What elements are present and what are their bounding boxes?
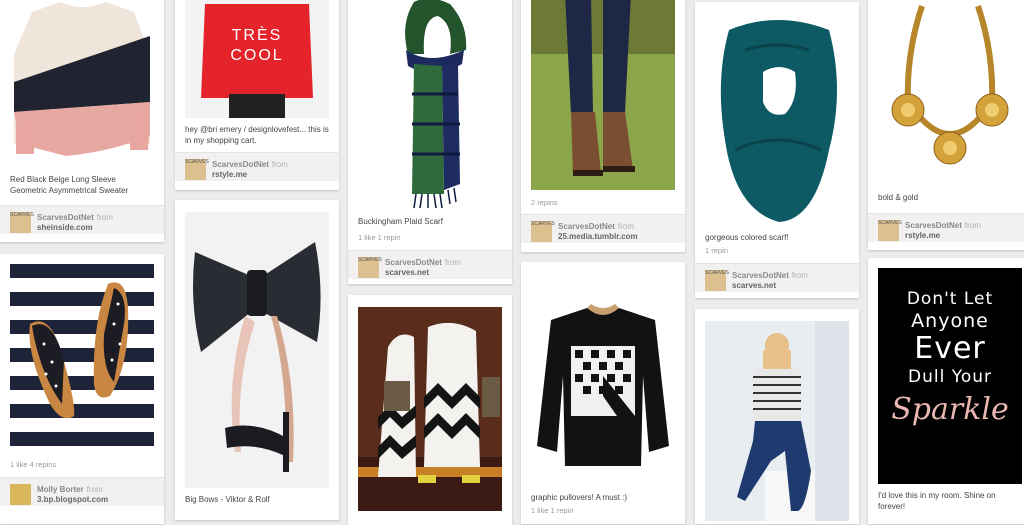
poster-text: Don't Let Anyone Ever Dull Your [878, 268, 1022, 388]
from-label: from [444, 258, 461, 267]
poster-line: Ever [914, 331, 986, 366]
pin-image-teal-scarf[interactable] [705, 10, 849, 228]
poster-line: Dull Your [907, 367, 992, 387]
pin-attribution[interactable]: SCARVES ScarvesDotNet from sheinside.com [0, 205, 164, 234]
pin-attribution[interactable]: Molly Borter from 3.bp.blogspot.com [0, 477, 164, 506]
user-avatar[interactable]: SCARVES [358, 257, 382, 278]
pin-image-sparkle-poster[interactable]: Don't Let Anyone Ever Dull Your Sparkle [878, 268, 1022, 484]
pin-stats: 1 like 4 repins [10, 460, 57, 469]
pin-image-striped-top[interactable] [705, 321, 849, 521]
pin-username[interactable]: ScarvesDotNet [212, 160, 269, 169]
pin-description: I'd love this in my room. Shine on forev… [878, 491, 996, 511]
pin-card[interactable]: gorgeous colored scarf! 1 repin SCARVES … [695, 2, 859, 298]
pin-user[interactable]: Molly Borter from [37, 485, 103, 494]
from-label: from [96, 213, 113, 222]
pin-description: hey @bri emery / designlovefest... this … [185, 125, 329, 145]
pin-description: graphic pullovers! A must :) [531, 493, 628, 502]
pin-image-houndstooth-pullover[interactable] [531, 276, 675, 486]
poster-line: Don't Let [906, 289, 994, 309]
pin-user[interactable]: ScarvesDotNet from [37, 213, 113, 222]
pin-user[interactable]: ScarvesDotNet from [558, 222, 634, 231]
pin-stats: 2 repins [531, 198, 558, 207]
pin-image-sweater[interactable] [10, 0, 154, 164]
pin-description: Big Bows - Viktor & Rolf [185, 495, 270, 504]
pin-username[interactable]: ScarvesDotNet [37, 213, 94, 222]
from-label: from [791, 271, 808, 280]
pin-user[interactable]: ScarvesDotNet from [905, 221, 981, 230]
user-avatar[interactable]: SCARVES [10, 212, 34, 233]
pin-username[interactable]: ScarvesDotNet [905, 221, 962, 230]
pin-image-chevron-jars[interactable] [358, 307, 502, 511]
pin-stats: 1 like 1 repin [358, 233, 401, 242]
pin-source[interactable]: rstyle.me [905, 231, 940, 240]
from-label: from [271, 160, 288, 169]
pin-source[interactable]: 3.bp.blogspot.com [37, 495, 108, 504]
user-avatar[interactable]: SCARVES [878, 220, 902, 241]
svg-text:COOL: COOL [230, 47, 283, 64]
pin-image-plaid-scarf[interactable] [358, 0, 502, 210]
svg-text:TRÈS: TRÈS [232, 25, 283, 44]
pin-source[interactable]: scarves.net [732, 281, 776, 290]
poster-script: Sparkle [891, 392, 1009, 427]
pin-description: bold & gold [878, 193, 919, 202]
pin-image-flats[interactable] [10, 264, 154, 452]
pin-card[interactable]: bold & gold SCARVES ScarvesDotNet from rs… [868, 0, 1024, 250]
pin-attribution[interactable]: SCARVES ScarvesDotNet from rstyle.me [868, 213, 1024, 242]
from-label: from [86, 485, 103, 494]
pin-description: gorgeous colored scarf! [705, 233, 789, 242]
pin-username[interactable]: ScarvesDotNet [558, 222, 615, 231]
user-avatar[interactable]: SCARVES [705, 270, 729, 291]
pin-card[interactable]: Red Black Beige Long Sleeve Geometric As… [0, 0, 164, 242]
pin-user[interactable]: ScarvesDotNet from [212, 160, 288, 169]
pin-source[interactable]: 25.media.tumblr.com [558, 232, 638, 241]
pin-attribution[interactable]: SCARVES ScarvesDotNet from 25.media.tumbl… [521, 214, 685, 243]
pin-user[interactable]: ScarvesDotNet from [732, 271, 808, 280]
user-avatar[interactable] [10, 484, 31, 505]
from-label: from [964, 221, 981, 230]
pin-attribution[interactable]: SCARVES ScarvesDotNet from scarves.net [348, 250, 512, 279]
pin-image-boots[interactable] [531, 0, 675, 190]
from-label: from [617, 222, 634, 231]
pin-card[interactable]: graphic pullovers! A must :) 1 like 1 re… [521, 262, 685, 524]
pin-image-red-sweater[interactable]: TRÈS COOL [185, 0, 329, 118]
pin-username[interactable]: ScarvesDotNet [385, 258, 442, 267]
pin-card[interactable] [695, 309, 859, 524]
pin-description: Red Black Beige Long Sleeve Geometric As… [10, 175, 129, 195]
pin-source[interactable]: sheinside.com [37, 223, 93, 232]
pin-card[interactable]: TRÈS COOL hey @bri emery / designlovefes… [175, 0, 339, 190]
pin-source[interactable]: rstyle.me [212, 170, 247, 179]
pin-source[interactable]: scarves.net [385, 268, 429, 277]
pin-attribution[interactable]: SCARVES ScarvesDotNet from rstyle.me [175, 152, 339, 181]
pin-attribution[interactable]: SCARVES ScarvesDotNet from scarves.net [695, 263, 859, 292]
poster-line: Anyone [911, 310, 989, 332]
user-avatar[interactable]: SCARVES [185, 159, 209, 180]
pin-card[interactable] [348, 295, 512, 525]
pin-card[interactable]: 1 like 4 repins Molly Borter from 3.bp.bl… [0, 254, 164, 524]
pin-description: Buckingham Plaid Scarf [358, 217, 443, 226]
pin-username[interactable]: Molly Borter [37, 485, 84, 494]
pin-image-bow-heel[interactable] [185, 212, 329, 488]
pin-card[interactable]: Buckingham Plaid Scarf 1 like 1 repin SC… [348, 0, 512, 284]
pin-stats: 1 repin [705, 246, 728, 255]
user-avatar[interactable]: SCARVES [531, 221, 555, 242]
pin-card[interactable]: 2 repins SCARVES ScarvesDotNet from 25.me… [521, 0, 685, 252]
pin-username[interactable]: ScarvesDotNet [732, 271, 789, 280]
pin-user[interactable]: ScarvesDotNet from [385, 258, 461, 267]
pin-image-gold-necklace[interactable] [878, 0, 1022, 178]
pin-card[interactable]: Big Bows - Viktor & Rolf [175, 200, 339, 520]
pin-card[interactable]: Don't Let Anyone Ever Dull Your Sparkle … [868, 258, 1024, 524]
